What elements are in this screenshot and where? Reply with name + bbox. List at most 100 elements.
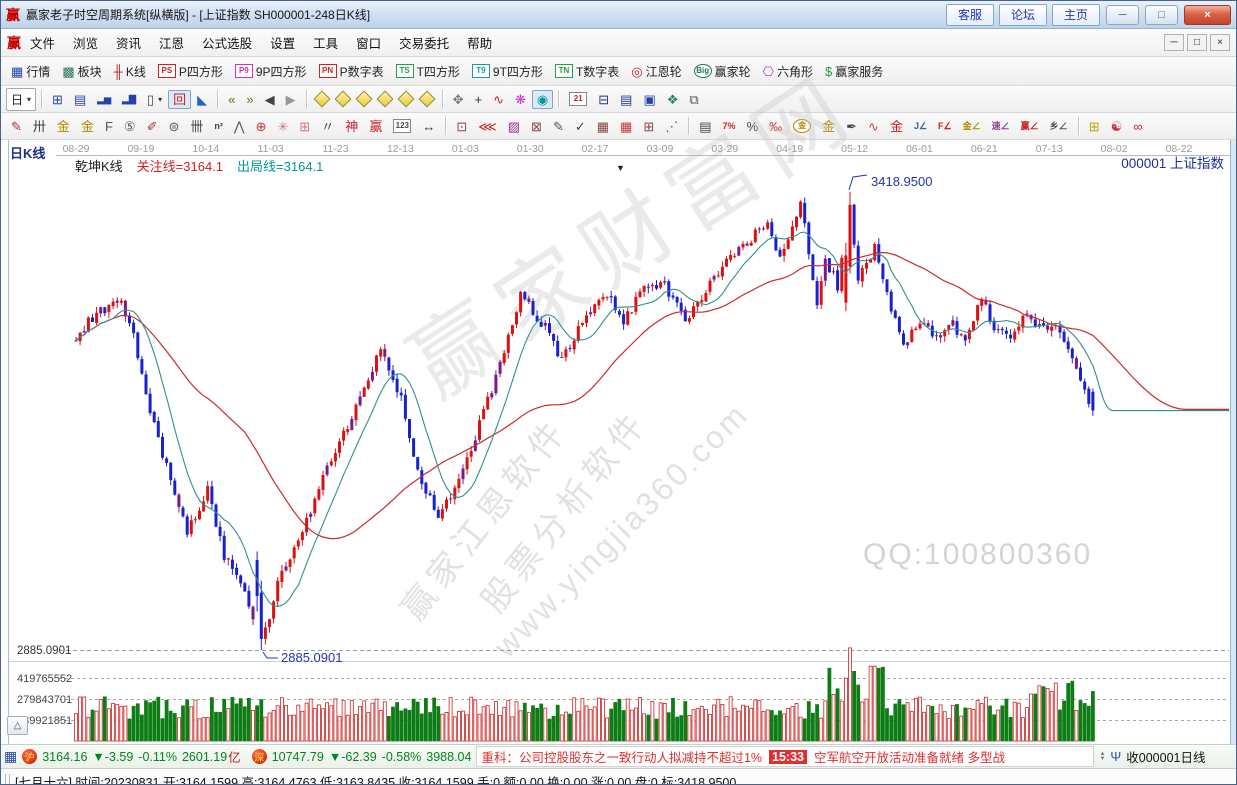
volume-pane-toggle-button[interactable]: △ — [7, 716, 28, 735]
color-grid-button[interactable]: ⊞ — [1084, 117, 1105, 136]
crosshair-button[interactable]: + — [469, 90, 487, 109]
pen-line-button[interactable]: ✎ — [548, 117, 569, 136]
menu-browse[interactable]: 浏览 — [64, 29, 107, 56]
ying-tool-button[interactable]: 赢 — [364, 117, 387, 136]
minimize-button[interactable]: ─ — [1106, 5, 1139, 25]
angle-lines-button[interactable]: ⋀ — [229, 117, 250, 136]
seven-percent-button[interactable]: 7% — [718, 119, 741, 134]
figure-frame-button[interactable]: 回 — [168, 90, 191, 109]
expand-width-button[interactable] — [376, 91, 393, 108]
f-angle-button[interactable]: F∠ — [933, 119, 957, 134]
child-close-button[interactable]: × — [1210, 34, 1230, 51]
xiang-angle-button[interactable]: 乡∠ — [1045, 119, 1073, 134]
ruler-123-button[interactable]: 123 — [388, 116, 416, 136]
net-sync-button[interactable]: ❖ — [662, 90, 684, 109]
draw-pen-button[interactable]: ✎ — [6, 117, 27, 136]
menu-help[interactable]: 帮助 — [458, 29, 501, 56]
menu-trade[interactable]: 交易委托 — [390, 29, 458, 56]
news-headline-2[interactable]: 空军航空开放活动准备就绪 多型战 — [814, 747, 1005, 766]
ying-angle-button[interactable]: 赢∠ — [1016, 119, 1044, 134]
child-minimize-button[interactable]: ─ — [1164, 34, 1184, 51]
t9-square-button[interactable]: T99T四方形 — [467, 60, 548, 83]
gann-compass-button[interactable]: ⊕ — [251, 117, 272, 136]
winner-service-button[interactable]: $赢家服务 — [820, 60, 888, 83]
calendar-button[interactable]: 21 — [564, 89, 592, 109]
market-table-icon[interactable]: ▦ — [4, 748, 17, 765]
customer-service-button[interactable]: 客服 — [946, 4, 994, 26]
info-panel-button[interactable]: ▤ — [69, 90, 91, 109]
color-peaks-button[interactable]: ◣ — [192, 90, 212, 109]
menu-formula-picker[interactable]: 公式选股 — [193, 29, 261, 56]
gann-flower-button[interactable]: ❋ — [510, 90, 531, 109]
small-chart-button[interactable]: ▂▅ — [92, 92, 116, 107]
winner-wheel-button[interactable]: Big赢家轮 — [689, 60, 756, 83]
grid-comb-button[interactable]: 卅 — [28, 117, 51, 136]
star-burst-button[interactable]: ✳ — [272, 117, 293, 136]
width-arrow-button[interactable]: ↔ — [417, 117, 440, 136]
notebook-button[interactable]: ▤ — [615, 90, 637, 109]
check-lines-button[interactable]: ✓ — [570, 117, 591, 136]
kline-chart[interactable]: 08-2909-1910-1411-0311-2312-1301-0301-30… — [1, 140, 1237, 744]
gold-grid-button[interactable]: 金 — [52, 117, 75, 136]
save-button[interactable]: ▣ — [638, 90, 660, 109]
gold-tool-button[interactable]: 金 — [76, 117, 99, 136]
nav-last-button[interactable]: » — [241, 90, 258, 109]
ink-brush-button[interactable]: ✒ — [841, 117, 862, 136]
menu-news[interactable]: 资讯 — [107, 29, 150, 56]
spiral-tool-button[interactable]: ⑤ — [119, 117, 141, 136]
menu-file[interactable]: 文件 — [21, 29, 64, 56]
menu-gann[interactable]: 江恩 — [150, 29, 193, 56]
grid-target-button[interactable]: ⊞ — [294, 117, 315, 136]
fan-lines-button[interactable]: ⋘ — [473, 117, 502, 136]
percent-lines-button[interactable]: ‰ — [764, 117, 787, 136]
t-number-button[interactable]: TNT数字表 — [550, 60, 624, 83]
j-angle-button[interactable]: J∠ — [909, 119, 932, 134]
brush-tool-button[interactable]: ✐ — [142, 117, 163, 136]
square-frame-button[interactable]: ⊡ — [451, 117, 472, 136]
menu-tools[interactable]: 工具 — [304, 29, 347, 56]
news-headline-1[interactable]: 重科：公司控股股东之一致行动人拟减持不超过1% — [481, 747, 762, 766]
compress-left-button[interactable] — [313, 91, 330, 108]
tick-tool-button[interactable]: 〃 — [316, 117, 339, 136]
percent-button[interactable]: % — [742, 117, 764, 136]
menu-window[interactable]: 窗口 — [347, 29, 390, 56]
hexagon-button[interactable]: ⎔六角形 — [758, 60, 818, 83]
yin-yang-button[interactable]: ☯ — [1106, 117, 1128, 136]
menu-settings[interactable]: 设置 — [261, 29, 304, 56]
expand-all-button[interactable] — [418, 91, 435, 108]
homepage-button[interactable]: 主页 — [1052, 4, 1100, 26]
big-chart-button[interactable]: ▂▇ — [117, 92, 141, 107]
chart-dropdown-icon[interactable]: ▼ — [616, 163, 625, 173]
infinity-button[interactable]: ∞ — [1128, 117, 1147, 136]
news-scroll-down-icon[interactable]: ▼ — [1099, 757, 1105, 762]
compress-right-button[interactable] — [334, 91, 351, 108]
nav-first-button[interactable]: « — [223, 90, 240, 109]
comb-dense-button[interactable]: 卌 — [185, 117, 208, 136]
window-layout-button[interactable]: ⊞ — [47, 90, 68, 109]
print-button[interactable]: ⧉ — [684, 90, 703, 109]
hand-tool-button[interactable]: ✥ — [448, 90, 469, 109]
p9-square-button[interactable]: P99P四方形 — [230, 60, 312, 83]
gold-circle-button[interactable]: 金 — [788, 116, 816, 136]
forum-button[interactable]: 论坛 — [999, 4, 1047, 26]
sectors-button[interactable]: ▩板块 — [57, 60, 106, 83]
grid-red-button[interactable]: ▦ — [615, 117, 637, 136]
fan-box-button[interactable]: ▨ — [503, 117, 525, 136]
news-scroll-buttons[interactable]: ▲ ▼ — [1099, 752, 1105, 762]
shen-tool-button[interactable]: 神 — [340, 117, 363, 136]
p-number-button[interactable]: PNP数字表 — [314, 60, 389, 83]
wave-a-button[interactable]: ∿ — [863, 117, 884, 136]
t-square-button[interactable]: TST四方形 — [391, 60, 465, 83]
calculator-button[interactable]: ⊟ — [593, 90, 614, 109]
close-button[interactable]: × — [1184, 5, 1231, 25]
kline-button[interactable]: ╫K线 — [109, 60, 151, 83]
cycle-tool-button[interactable]: ◉ — [532, 90, 553, 109]
nav-next-button[interactable]: ▶ — [281, 90, 301, 109]
gann-wheel-button[interactable]: ◎江恩轮 — [626, 60, 686, 83]
grid-dense-button[interactable]: ▦ — [592, 117, 614, 136]
n-squared-button[interactable]: n² — [209, 119, 228, 134]
hatch-lines-button[interactable]: ⋰ — [660, 117, 683, 136]
period-selector[interactable]: 日▾ — [6, 88, 36, 111]
nav-prev-button[interactable]: ◀ — [260, 90, 280, 109]
p-square-button[interactable]: PSP四方形 — [153, 60, 228, 83]
